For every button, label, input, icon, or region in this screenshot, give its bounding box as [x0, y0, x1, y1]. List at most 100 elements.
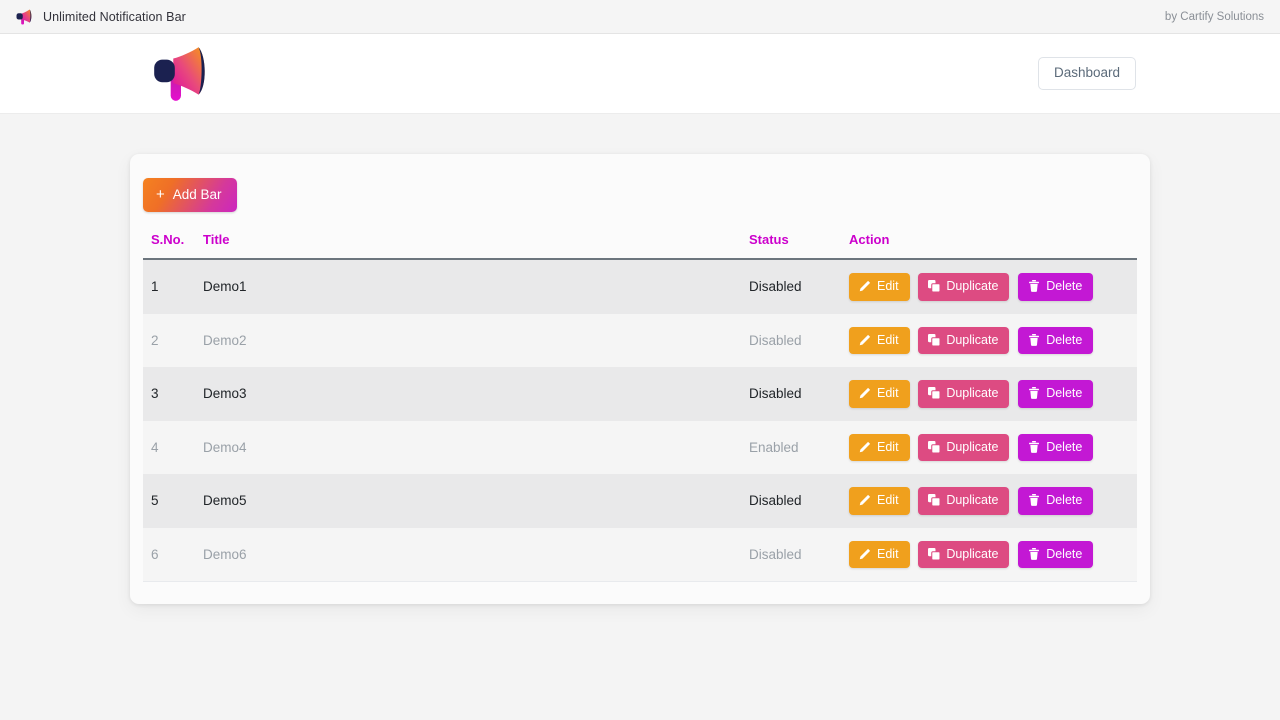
pencil-icon	[859, 441, 871, 453]
edit-button[interactable]: Edit	[849, 433, 910, 461]
copy-icon	[928, 440, 941, 453]
duplicate-button[interactable]: Duplicate	[918, 487, 1010, 515]
duplicate-button[interactable]: Duplicate	[918, 326, 1010, 354]
edit-button-label: Edit	[877, 279, 899, 293]
edit-button[interactable]: Edit	[849, 326, 910, 354]
megaphone-icon	[14, 7, 34, 27]
cell-status: Disabled	[741, 527, 841, 582]
cell-action: Edit Duplicate Delete	[841, 313, 1137, 367]
copy-icon	[928, 387, 941, 400]
delete-button-label: Delete	[1046, 386, 1083, 400]
cell-sno: 5	[143, 474, 195, 528]
app-navbar: Dashboard	[0, 34, 1280, 114]
delete-button[interactable]: Delete	[1018, 326, 1094, 354]
edit-button[interactable]: Edit	[849, 540, 910, 568]
trash-icon	[1028, 333, 1040, 346]
trash-icon	[1028, 440, 1040, 453]
duplicate-button[interactable]: Duplicate	[918, 273, 1010, 301]
cell-action: Edit Duplicate Delete	[841, 367, 1137, 421]
edit-button-label: Edit	[877, 546, 899, 561]
trash-icon	[1028, 387, 1040, 400]
table-row[interactable]: 4 Demo4 Enabled Edit Duplicate Delete	[143, 420, 1137, 474]
duplicate-button-label: Duplicate	[946, 386, 999, 400]
edit-button[interactable]: Edit	[849, 273, 910, 301]
edit-button-label: Edit	[877, 386, 899, 400]
table-row[interactable]: 6 Demo6 Disabled Edit Duplicate Delete	[143, 527, 1137, 582]
table-row[interactable]: 5 Demo5 Disabled Edit Duplicate Delete	[143, 474, 1137, 528]
delete-button[interactable]: Delete	[1018, 380, 1094, 408]
table-head: S.No. Title Status Action	[143, 232, 1137, 260]
cell-title: Demo6	[195, 527, 741, 582]
edit-button[interactable]: Edit	[849, 487, 910, 515]
cell-status: Disabled	[741, 367, 841, 421]
cell-status: Disabled	[741, 259, 841, 314]
duplicate-button[interactable]: Duplicate	[918, 380, 1010, 408]
titlebar-brand: Unlimited Notification Bar	[14, 7, 186, 27]
pencil-icon	[859, 334, 871, 346]
delete-button-label: Delete	[1046, 332, 1083, 347]
trash-icon	[1028, 280, 1040, 293]
table-row[interactable]: 1 Demo1 Disabled Edit Duplicate Delete	[143, 259, 1137, 314]
edit-button[interactable]: Edit	[849, 380, 910, 408]
cell-status: Disabled	[741, 474, 841, 528]
cell-title: Demo5	[195, 474, 741, 528]
cell-title: Demo3	[195, 367, 741, 421]
cell-title: Demo4	[195, 420, 741, 474]
delete-button-label: Delete	[1046, 279, 1083, 293]
cell-sno: 6	[143, 527, 195, 582]
cell-action: Edit Duplicate Delete	[841, 474, 1137, 528]
cell-action: Edit Duplicate Delete	[841, 259, 1137, 314]
cell-title: Demo1	[195, 259, 741, 314]
column-header-action: Action	[841, 232, 1137, 260]
trash-icon	[1028, 494, 1040, 507]
column-header-title: Title	[195, 232, 741, 260]
cell-sno: 4	[143, 420, 195, 474]
copy-icon	[928, 280, 941, 293]
column-header-sno: S.No.	[143, 232, 195, 260]
pencil-icon	[859, 494, 871, 506]
duplicate-button-label: Duplicate	[946, 546, 999, 561]
edit-button-label: Edit	[877, 332, 899, 347]
page-body: + Add Bar S.No. Title Status Action 1 De…	[0, 114, 1280, 604]
duplicate-button-label: Duplicate	[946, 493, 999, 507]
bars-card: + Add Bar S.No. Title Status Action 1 De…	[130, 154, 1150, 604]
delete-button[interactable]: Delete	[1018, 273, 1094, 301]
table-row[interactable]: 3 Demo3 Disabled Edit Duplicate Delete	[143, 367, 1137, 421]
megaphone-logo-icon[interactable]	[148, 41, 214, 107]
delete-button-label: Delete	[1046, 493, 1083, 507]
table-header-row: S.No. Title Status Action	[143, 232, 1137, 260]
edit-button-label: Edit	[877, 493, 899, 507]
delete-button-label: Delete	[1046, 439, 1083, 454]
duplicate-button-label: Duplicate	[946, 279, 999, 293]
cell-status: Enabled	[741, 420, 841, 474]
delete-button[interactable]: Delete	[1018, 540, 1094, 568]
titlebar-credit: by Cartify Solutions	[1164, 10, 1264, 23]
cell-title: Demo2	[195, 313, 741, 367]
copy-icon	[928, 547, 941, 560]
cell-sno: 3	[143, 367, 195, 421]
table-row[interactable]: 2 Demo2 Disabled Edit Duplicate Delete	[143, 313, 1137, 367]
pencil-icon	[859, 387, 871, 399]
add-bar-button[interactable]: + Add Bar	[143, 178, 237, 212]
delete-button[interactable]: Delete	[1018, 433, 1094, 461]
column-header-status: Status	[741, 232, 841, 260]
add-bar-label: Add Bar	[172, 186, 222, 202]
dashboard-button[interactable]: Dashboard	[1037, 57, 1136, 90]
duplicate-button[interactable]: Duplicate	[918, 540, 1010, 568]
delete-button-label: Delete	[1046, 546, 1083, 561]
cell-action: Edit Duplicate Delete	[841, 420, 1137, 474]
extension-titlebar: Unlimited Notification Bar by Cartify So…	[0, 0, 1280, 34]
duplicate-button-label: Duplicate	[946, 332, 999, 347]
copy-icon	[928, 494, 941, 507]
copy-icon	[928, 333, 941, 346]
cell-sno: 2	[143, 313, 195, 367]
duplicate-button[interactable]: Duplicate	[918, 433, 1010, 461]
titlebar-title: Unlimited Notification Bar	[43, 9, 186, 24]
edit-button-label: Edit	[877, 439, 899, 454]
plus-icon: +	[156, 186, 165, 203]
table-body: 1 Demo1 Disabled Edit Duplicate Delete 2…	[143, 259, 1137, 582]
cell-action: Edit Duplicate Delete	[841, 527, 1137, 582]
pencil-icon	[859, 280, 871, 292]
navbar-actions: Dashboard	[1037, 57, 1136, 90]
delete-button[interactable]: Delete	[1018, 487, 1094, 515]
